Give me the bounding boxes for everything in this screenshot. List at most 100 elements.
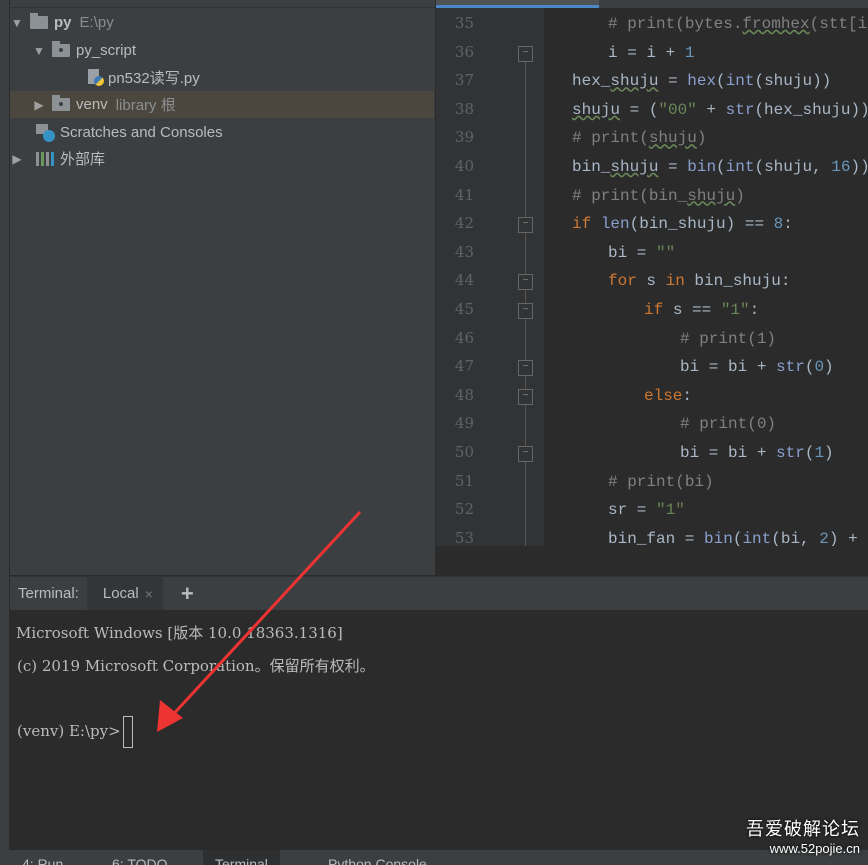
code-line[interactable]: if len(bin_shuju) == 8: <box>572 215 793 233</box>
code-token: bin_fan = <box>608 529 705 546</box>
code-token: ) <box>735 186 745 205</box>
tool-tab-run[interactable]: 4: Run <box>22 856 63 865</box>
code-line[interactable]: # print(shuju) <box>572 129 706 147</box>
expand-arrow-icon[interactable]: ▼ <box>10 16 24 30</box>
code-token: 16 <box>831 158 851 176</box>
code-token: hex <box>687 72 717 91</box>
tree-external-libraries[interactable]: ▶ 外部库 <box>10 145 434 172</box>
close-icon[interactable]: × <box>145 586 153 602</box>
fold-start-icon[interactable]: − <box>518 388 533 405</box>
fold-end-icon[interactable]: − <box>518 360 533 377</box>
code-token: ) <box>696 129 707 148</box>
code-line[interactable]: else: <box>644 387 692 405</box>
code-token: "00" <box>658 100 697 119</box>
line-number: 42 <box>454 214 474 233</box>
line-number: 51 <box>454 471 474 490</box>
tree-scratches[interactable]: Scratches and Consoles <box>10 119 434 146</box>
add-terminal-button[interactable]: + <box>181 581 194 607</box>
code-line[interactable]: bi = bi + str(1) <box>680 444 834 462</box>
code-token: # print(0) <box>680 415 777 434</box>
tree-root-py[interactable]: ▼ py E:\py <box>10 9 434 36</box>
folder-name: py_script <box>76 42 137 59</box>
code-line[interactable]: bin_shuju = bin(int(shuju, 16)).l <box>572 158 868 176</box>
fold-start-icon[interactable]: − <box>518 303 533 319</box>
code-token: bi = bi + <box>680 444 777 462</box>
code-line[interactable]: # print(bi) <box>608 473 714 491</box>
code-token: in <box>665 272 695 291</box>
fold-end-icon[interactable]: − <box>518 45 533 62</box>
expand-arrow-icon[interactable]: ▼ <box>32 44 46 58</box>
collapse-arrow-icon[interactable]: ▶ <box>10 152 24 166</box>
code-line[interactable]: if s == "1": <box>644 301 759 319</box>
editor-tab-active[interactable] <box>436 0 599 8</box>
tool-tab-terminal[interactable]: Terminal <box>203 850 280 865</box>
left-tool-strip[interactable] <box>0 0 10 850</box>
fold-start-icon[interactable]: − <box>518 217 533 234</box>
code-line[interactable]: bi = "" <box>608 244 675 262</box>
code-line[interactable]: # print(bytes.fromhex(stt[i]) <box>608 15 868 33</box>
project-panel: ▼ py E:\py ▼ py_script pn532读写.py ▶ venv… <box>10 0 435 575</box>
code-line[interactable]: hex_shuju = hex(int(shuju)) <box>572 72 831 90</box>
tree-file[interactable]: pn532读写.py <box>10 64 434 91</box>
line-number: 37 <box>454 71 474 90</box>
code-editor[interactable]: 35 # print(bytes.fromhex(stt[i]) 36 − i = i … <box>436 0 868 546</box>
code-token: shuju <box>610 158 659 176</box>
tree-folder-py-script[interactable]: ▼ py_script <box>10 37 434 64</box>
tree-folder-venv[interactable]: ▶ venv library 根 <box>10 91 434 118</box>
tool-tab-python-console[interactable]: Python Console <box>328 856 427 865</box>
code-token: ( <box>732 529 743 546</box>
terminal-prompt-line[interactable]: (venv) E:\py> <box>17 716 133 748</box>
code-token: bin_ <box>572 158 611 176</box>
code-token: 0 <box>814 358 825 377</box>
code-token: s == <box>672 301 721 319</box>
code-token: (hex_shuju))[- <box>754 100 868 119</box>
line-number: 47 <box>454 357 474 376</box>
venv-note: library 根 <box>115 97 176 114</box>
code-token: # print(bytes. <box>608 15 743 33</box>
code-token: ( <box>804 444 815 462</box>
fold-start-icon[interactable]: − <box>518 274 533 291</box>
collapse-arrow-icon[interactable]: ▶ <box>32 98 46 112</box>
code-token: bi = <box>608 243 657 262</box>
code-line[interactable]: # print(bin_shuju) <box>572 187 745 205</box>
code-token: (bin_shuju) == <box>629 215 774 234</box>
line-number: 49 <box>454 414 474 433</box>
code-line[interactable]: i = i + 1 <box>608 44 694 62</box>
code-line[interactable]: sr = "1" <box>608 501 685 519</box>
code-token: : <box>749 301 760 319</box>
tab-local-label: Local <box>102 585 139 602</box>
terminal-output[interactable]: Microsoft Windows [版本 10.0.18363.1316] (… <box>10 610 868 850</box>
code-line[interactable]: bi = bi + str(0) <box>680 358 834 376</box>
code-token: len <box>600 215 630 234</box>
watermark-title: 吾爱破解论坛 <box>746 819 860 839</box>
tool-tab-todo[interactable]: 6: TODO <box>112 856 168 865</box>
code-token: for <box>608 272 647 291</box>
code-token: = <box>658 72 688 91</box>
code-token: i = i + <box>608 43 685 62</box>
line-number: 53 <box>454 528 474 546</box>
code-token: s <box>646 272 666 291</box>
code-line[interactable]: for s in bin_shuju: <box>608 272 790 290</box>
code-token: shuju <box>610 72 659 91</box>
library-icon <box>36 151 56 166</box>
fold-end-icon[interactable]: − <box>518 446 533 462</box>
folder-icon <box>52 41 70 57</box>
folder-icon <box>30 13 48 29</box>
code-token: if <box>644 301 673 319</box>
code-token: = <box>658 158 688 176</box>
code-token: ) + in <box>828 529 868 546</box>
code-line[interactable]: shuju = ("00" + str(hex_shuju))[- <box>572 101 868 119</box>
code-token: str <box>776 444 805 462</box>
code-line[interactable]: bin_fan = bin(int(bi, 2) + in <box>608 530 868 546</box>
code-token: shuju <box>648 129 697 148</box>
tab-local[interactable]: Local × <box>86 577 163 610</box>
code-token: str <box>776 358 805 377</box>
venv-name: venv <box>76 96 108 113</box>
code-token: 8 <box>773 215 784 234</box>
root-path: E:\py <box>79 14 114 31</box>
code-token: + <box>696 100 726 119</box>
code-line[interactable]: # print(0) <box>680 415 776 433</box>
watermark-url: www.52pojie.cn <box>769 841 860 856</box>
code-token: (bi, <box>771 529 820 546</box>
code-line[interactable]: # print(1) <box>680 330 776 348</box>
